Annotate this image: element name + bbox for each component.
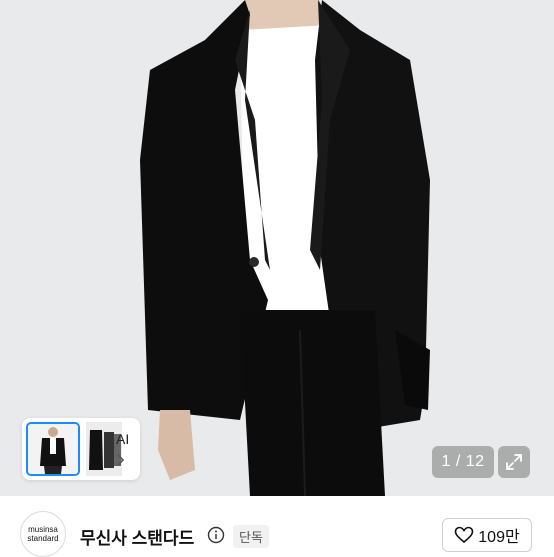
- like-count: 109만: [478, 529, 520, 546]
- logo-line1: musinsa: [28, 525, 58, 534]
- chevron-right-icon[interactable]: [114, 452, 126, 468]
- expand-button[interactable]: [498, 446, 530, 478]
- heart-icon: [454, 526, 474, 544]
- brand-logo[interactable]: musinsa standard: [20, 511, 66, 557]
- image-counter: 1 / 12: [432, 446, 494, 478]
- ai-styling-thumbnail[interactable]: [22, 418, 140, 480]
- expand-icon: [506, 454, 522, 470]
- logo-line2: standard: [27, 534, 59, 543]
- exclusive-badge: 단독: [233, 525, 269, 548]
- like-button[interactable]: 109만: [442, 518, 532, 552]
- ai-thumbnail-image: [26, 422, 80, 476]
- info-icon[interactable]: [207, 526, 225, 544]
- brand-name[interactable]: 무신사 스탠다드: [80, 524, 194, 549]
- ai-label[interactable]: AI: [116, 431, 129, 447]
